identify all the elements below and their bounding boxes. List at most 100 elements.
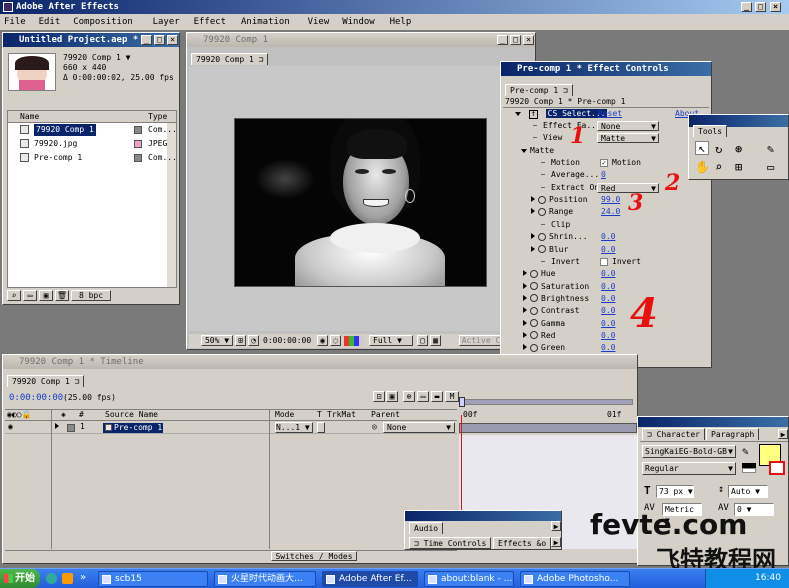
property-value[interactable]: 99.0 (601, 194, 620, 206)
taskbar-task[interactable]: Adobe After Ef... (322, 571, 418, 587)
start-button[interactable]: 开始 (0, 569, 40, 588)
mask-icon[interactable]: ◌ (330, 335, 341, 346)
stopwatch-icon[interactable] (530, 294, 538, 303)
timeline-layer-row[interactable]: ◉ 1 Pre-comp 1 N...1 ▼ ◎ None ▼ (5, 422, 457, 434)
expand-icon[interactable] (531, 208, 535, 215)
tools-tab[interactable]: Tools (693, 125, 728, 137)
taskbar-task[interactable]: about:blank - ... (424, 571, 514, 587)
channel-icon[interactable] (344, 336, 364, 346)
expand-icon[interactable] (523, 282, 527, 289)
stopwatch-icon[interactable] (530, 343, 538, 352)
project-item[interactable]: 79920 Comp 1 Com... (8, 124, 177, 136)
property-dropdown[interactable]: None ▼ (597, 121, 659, 131)
menu-help[interactable]: Help (390, 14, 412, 30)
rect-tool-icon[interactable]: ▭ (767, 159, 774, 175)
project-minimize[interactable]: _ (141, 35, 152, 45)
rotate-tool-icon[interactable]: ↻ (715, 141, 722, 157)
property-value[interactable]: 0.0 (601, 342, 615, 354)
menu-view[interactable]: View (308, 14, 330, 30)
property-value[interactable]: 0 (601, 169, 606, 181)
character-menu-button[interactable]: ▶ (778, 429, 788, 439)
marker-button[interactable]: M (445, 391, 459, 402)
fx-icon[interactable]: f (528, 110, 538, 119)
col-type[interactable]: Type (148, 112, 167, 122)
effect-row-green[interactable]: Green 0.0 (505, 342, 705, 354)
timeline-ruler[interactable]: 00f 01f (459, 397, 637, 421)
draft-3d-button[interactable]: ⊕ (403, 391, 415, 402)
stopwatch-icon[interactable] (538, 207, 546, 216)
font-family-dropdown[interactable]: SingKaiEG-Bold-GB ▼ (642, 445, 736, 458)
minimize-button[interactable]: _ (741, 2, 752, 12)
effect-tab[interactable]: Pre-comp 1 ⊐ (505, 84, 573, 96)
col-mode[interactable]: Mode (275, 410, 294, 420)
resolution-dropdown[interactable]: Full ▼ (369, 335, 413, 346)
effect-row-contrast[interactable]: Contrast 0.0 (505, 305, 705, 317)
comp-time[interactable]: 0:00:00:00 (263, 336, 311, 346)
timeline-tab[interactable]: 79920 Comp 1 ⊐ (7, 375, 85, 387)
paragraph-tab[interactable]: Paragraph (706, 428, 760, 440)
property-checkbox[interactable] (600, 257, 608, 266)
project-titlebar[interactable]: Untitled Project.aep * (3, 33, 179, 47)
property-value[interactable]: 24.0 (601, 206, 620, 218)
project-maximize[interactable]: □ (154, 35, 165, 45)
expand-icon[interactable] (531, 245, 535, 252)
comp-maximize[interactable]: □ (510, 35, 521, 45)
effect-row-clip[interactable]: Clip (505, 219, 705, 231)
effect-row-motion[interactable]: Motion ✓ Motion (505, 157, 705, 169)
find-button[interactable]: ⌕ (7, 290, 21, 301)
stopwatch-icon[interactable] (530, 306, 538, 315)
pan-tool-icon[interactable]: ⊞ (735, 159, 742, 175)
comp-tab[interactable]: 79920 Comp 1 ⊐ (191, 53, 269, 65)
font-style-dropdown[interactable]: Regular ▼ (642, 462, 736, 475)
label-color-swatch[interactable] (134, 126, 142, 134)
menu-animation[interactable]: Animation (241, 14, 290, 30)
taskbar-task[interactable]: scb15 (98, 571, 208, 587)
timeline-layer-bar[interactable] (459, 423, 637, 433)
stopwatch-icon[interactable] (530, 319, 538, 328)
effects-tab[interactable]: Effects &o (493, 537, 552, 549)
effect-row-effect-fa[interactable]: Effect Fa... None ▼ (505, 120, 705, 132)
effect-titlebar[interactable]: Pre-comp 1 * Effect Controls (501, 62, 711, 76)
roi-button[interactable]: ▢ (417, 335, 428, 346)
quicklaunch-ie-icon[interactable] (46, 573, 57, 584)
property-value[interactable]: 0.0 (601, 318, 615, 330)
layer-mode-dropdown[interactable]: N...1 ▼ (275, 422, 313, 433)
effect-expand-icon[interactable] (515, 112, 521, 116)
stroke-color-swatch[interactable] (769, 461, 785, 475)
property-value[interactable]: 0.0 (601, 244, 615, 256)
effect-row-invert[interactable]: Invert Invert (505, 256, 705, 268)
time-controls-tab[interactable]: ⊐ Time Controls (409, 537, 492, 549)
effect-row-gamma[interactable]: Gamma 0.0 (505, 318, 705, 330)
motion-blur-button[interactable]: ▬ (431, 391, 443, 402)
effect-row-saturation[interactable]: Saturation 0.0 (505, 281, 705, 293)
layer-name-box[interactable]: Pre-comp 1 (103, 423, 163, 433)
stopwatch-icon[interactable] (538, 195, 546, 204)
expand-icon[interactable] (523, 344, 527, 351)
active-camera-dropdown[interactable]: Active C (459, 335, 503, 346)
stopwatch-icon[interactable] (530, 269, 538, 278)
project-scrollbar[interactable] (167, 123, 176, 287)
snapshot-button[interactable]: ◔ (248, 335, 259, 346)
comp-flowchart-button[interactable]: ⊡ (373, 391, 385, 402)
menu-layer[interactable]: Layer (153, 14, 180, 30)
timeline-titlebar[interactable]: 79920 Comp 1 * Timeline (3, 355, 637, 369)
expand-icon[interactable] (531, 196, 535, 203)
project-close[interactable]: × (167, 35, 178, 45)
parent-pick-icon[interactable]: ◎ (372, 422, 377, 432)
hand-tool-icon[interactable]: ✋ (695, 159, 710, 175)
layer-button[interactable]: ▣ (386, 391, 398, 402)
effect-row-matte[interactable]: Matte (505, 145, 705, 157)
close-button[interactable]: × (770, 2, 781, 12)
property-dropdown[interactable]: Matte ▼ (597, 133, 659, 144)
time-controls-menu-button[interactable]: ▶ (551, 537, 561, 547)
menu-composition[interactable]: Composition (73, 14, 133, 30)
property-value[interactable]: 0.0 (601, 330, 615, 342)
taskbar-task[interactable]: 火星时代动画大... (214, 571, 316, 587)
col-source-name[interactable]: Source Name (105, 410, 158, 420)
expand-icon[interactable] (523, 307, 527, 314)
property-value[interactable]: 0.0 (601, 305, 615, 317)
effect-row-hue[interactable]: Hue 0.0 (505, 268, 705, 280)
property-value[interactable]: 0.0 (601, 293, 615, 305)
video-switch-icon[interactable]: ◉ (8, 422, 13, 432)
layer-expand-icon[interactable] (55, 422, 62, 432)
